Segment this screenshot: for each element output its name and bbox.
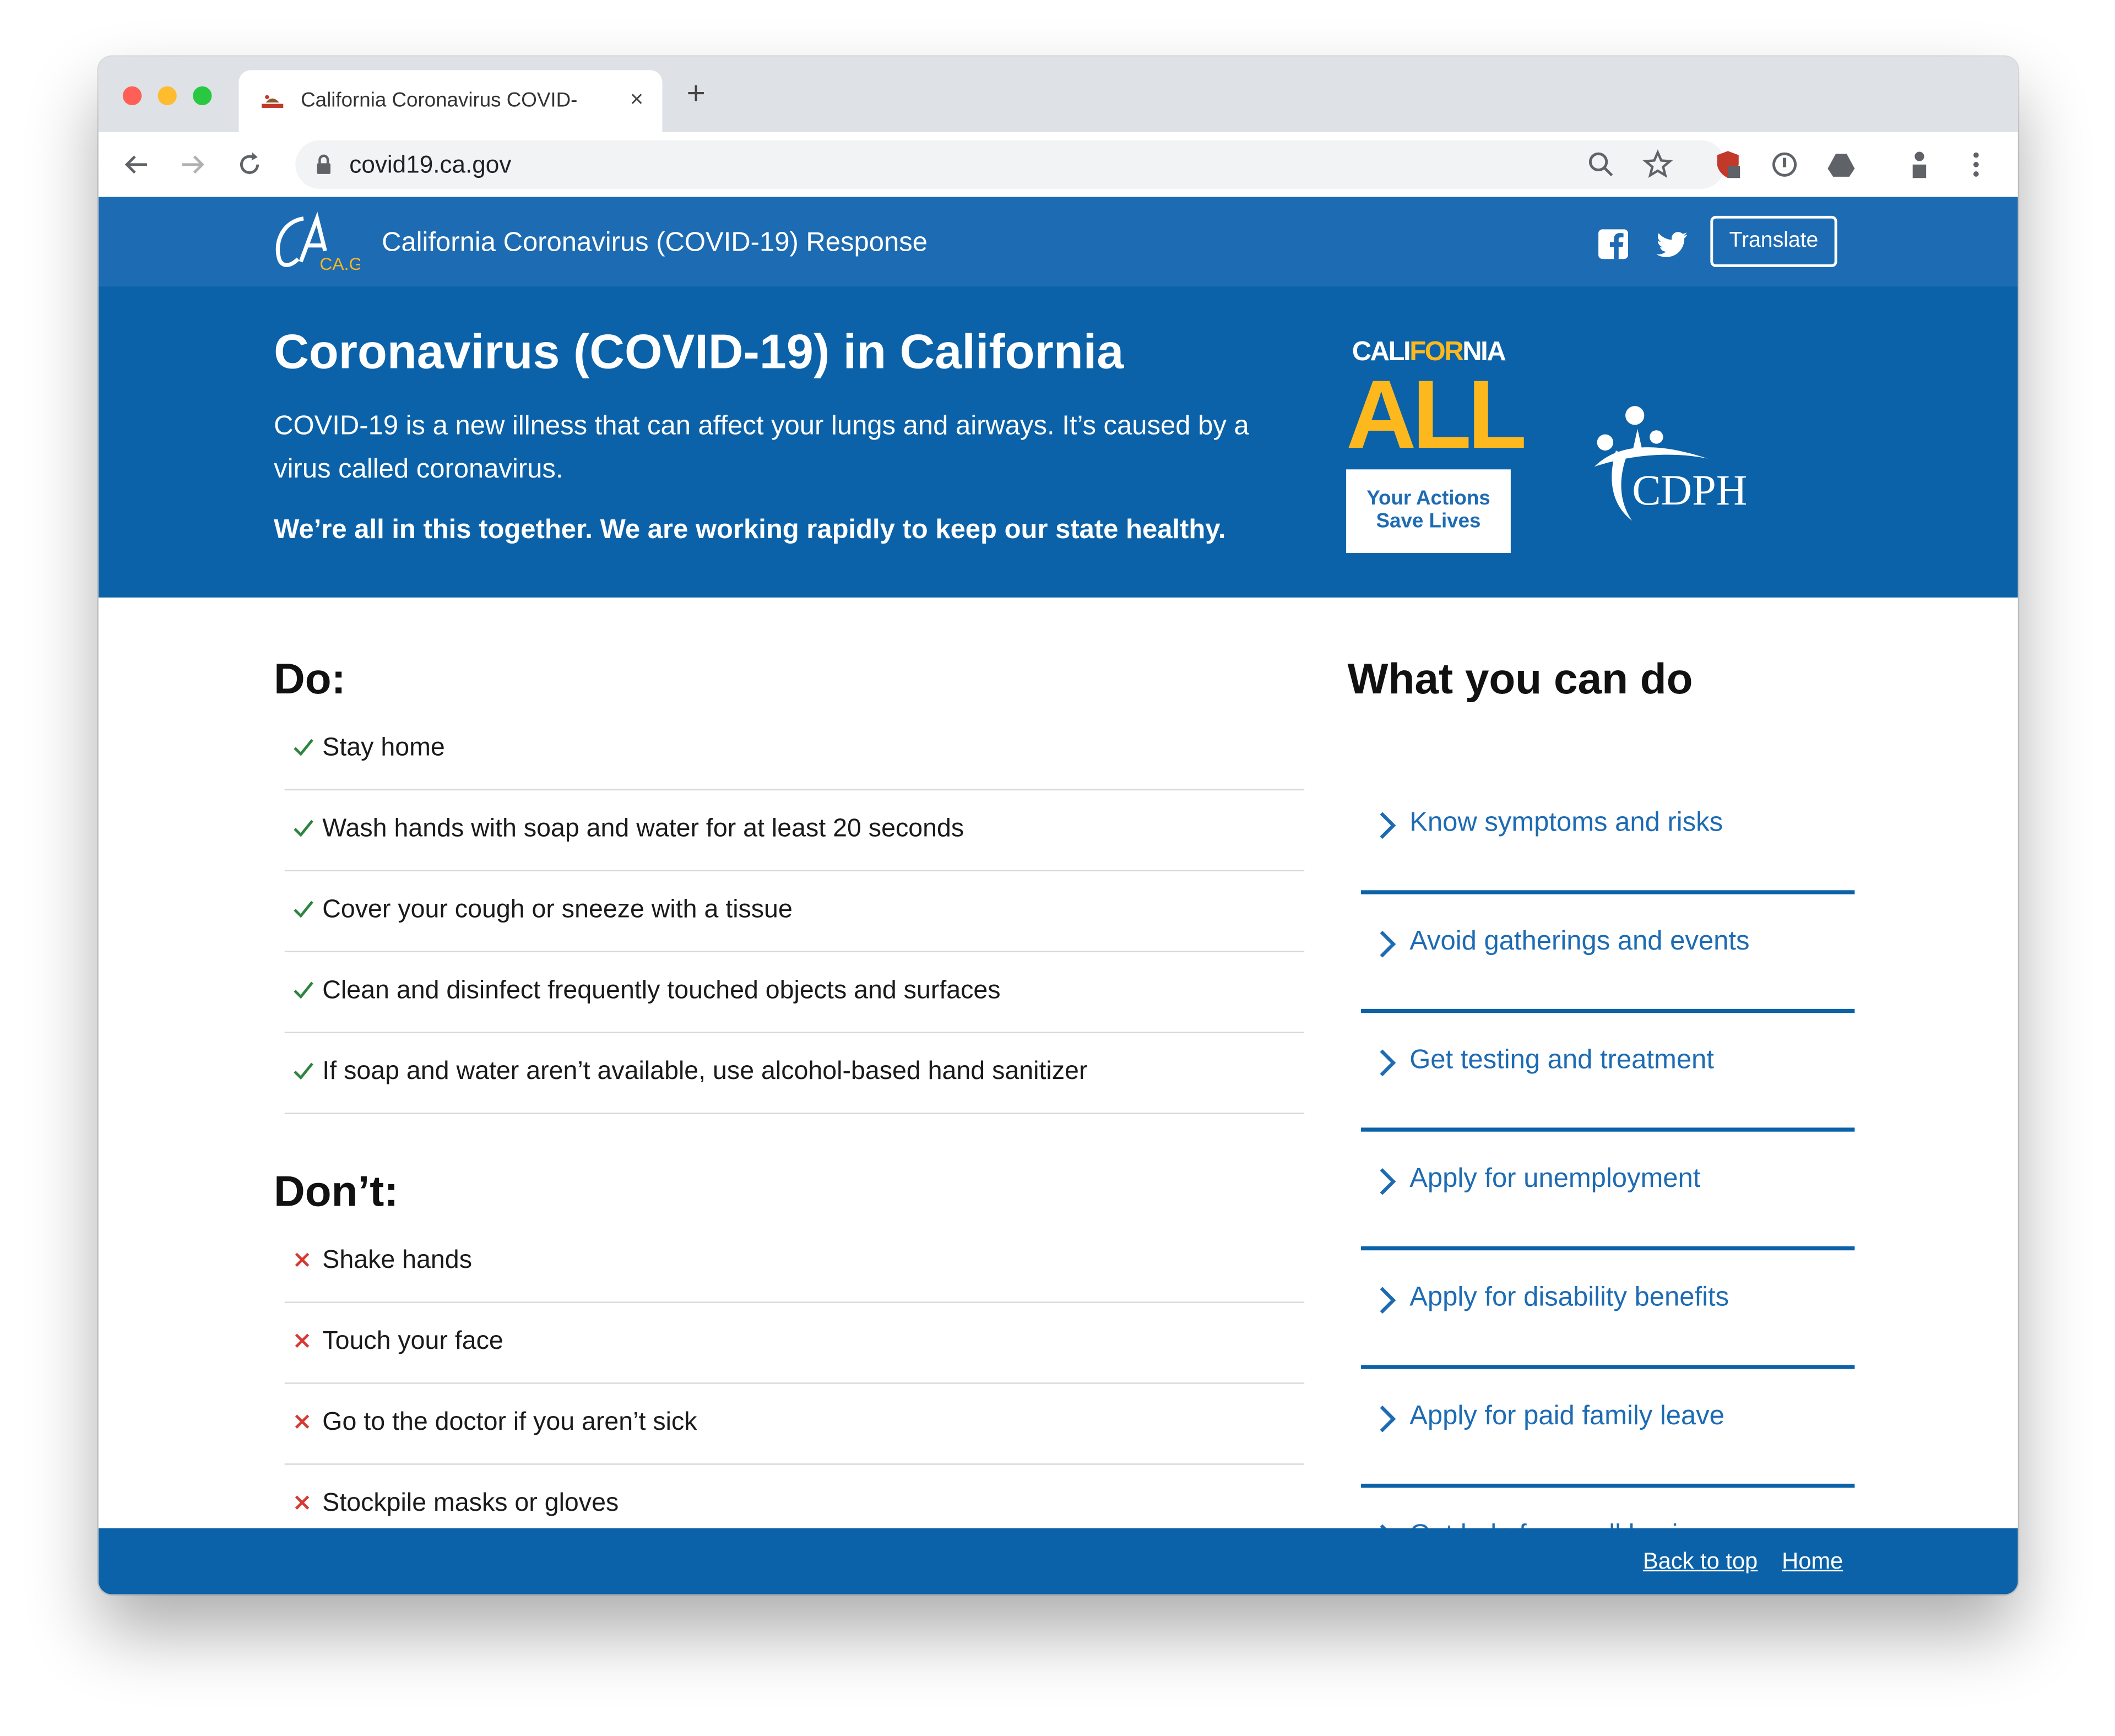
url-text: covid19.ca.gov bbox=[349, 151, 512, 178]
cdph-logo-text: CDPH bbox=[1632, 466, 1747, 514]
dont-list-item: Touch your face bbox=[284, 1303, 1305, 1384]
side-link-label: Apply for disability benefits bbox=[1409, 1282, 1729, 1312]
ca-gov-logo-text: CA.GOV bbox=[319, 254, 360, 274]
do-list-item: Cover your cough or sneeze with a tissue bbox=[284, 871, 1305, 952]
link-know-symptoms[interactable]: Know symptoms and risks bbox=[1361, 775, 1855, 894]
chevron-right-icon bbox=[1380, 1406, 1396, 1433]
arrow-right-icon[interactable] bbox=[177, 148, 209, 181]
chevron-right-icon bbox=[1380, 931, 1396, 958]
chevron-right-icon bbox=[1380, 1287, 1396, 1314]
browser-toolbar: covid19.ca.gov bbox=[98, 132, 2018, 199]
browser-tab-active[interactable]: California Coronavirus COVID- × bbox=[238, 70, 663, 133]
screenshot-stage: California Coronavirus COVID- × + covid1… bbox=[0, 0, 2115, 1736]
do-item-text: Wash hands with soap and water for at le… bbox=[322, 815, 964, 843]
x-icon bbox=[295, 1414, 310, 1429]
save-lives-line: Save Lives bbox=[1376, 509, 1481, 533]
check-icon bbox=[294, 900, 313, 918]
california-flag-favicon-icon bbox=[262, 95, 284, 108]
do-item-text: Cover your cough or sneeze with a tissue bbox=[322, 896, 793, 924]
kebab-menu-icon[interactable] bbox=[1960, 148, 1992, 181]
maximize-window-button[interactable] bbox=[193, 86, 212, 106]
side-link-label: Get testing and treatment bbox=[1409, 1045, 1714, 1075]
check-icon bbox=[294, 981, 313, 999]
hero-tagline: We’re all in this together. We are worki… bbox=[274, 515, 1226, 545]
close-window-button[interactable] bbox=[122, 86, 142, 106]
facebook-icon[interactable] bbox=[1596, 226, 1631, 262]
site-header: CA.GOV California Coronavirus (COVID-19)… bbox=[98, 197, 2018, 286]
do-list-item: Stay home bbox=[284, 709, 1305, 791]
side-link-label: Apply for paid family leave bbox=[1409, 1401, 1724, 1431]
dont-list-item: Go to the doctor if you aren’t sick bbox=[284, 1384, 1305, 1465]
dont-heading: Don’t: bbox=[274, 1167, 399, 1216]
cdph-logo[interactable]: CDPH bbox=[1578, 397, 1747, 531]
what-you-can-do-heading: What you can do bbox=[1347, 654, 1693, 703]
address-bar[interactable]: covid19.ca.gov bbox=[295, 140, 1726, 189]
x-icon bbox=[295, 1495, 310, 1510]
page-title: Coronavirus (COVID-19) in California bbox=[274, 323, 1124, 379]
back-to-top-link[interactable]: Back to top bbox=[1643, 1548, 1758, 1575]
drive-extension-icon[interactable] bbox=[1825, 148, 1857, 181]
dont-item-text: Touch your face bbox=[322, 1327, 503, 1356]
do-list-item: Wash hands with soap and water for at le… bbox=[284, 790, 1305, 872]
star-icon[interactable] bbox=[1641, 148, 1674, 181]
site-title[interactable]: California Coronavirus (COVID-19) Respon… bbox=[382, 228, 928, 259]
side-link-label: Avoid gatherings and events bbox=[1409, 926, 1750, 957]
your-actions-line: Your Actions bbox=[1366, 487, 1490, 510]
browser-window: California Coronavirus COVID- × + covid1… bbox=[98, 56, 2018, 1594]
profile-extension-icon[interactable] bbox=[1904, 148, 1936, 181]
home-link[interactable]: Home bbox=[1782, 1548, 1843, 1575]
reload-icon[interactable] bbox=[234, 148, 266, 181]
dont-item-text: Go to the doctor if you aren’t sick bbox=[322, 1408, 697, 1437]
x-icon bbox=[295, 1333, 310, 1348]
your-actions-save-lives-box: Your Actions Save Lives bbox=[1346, 469, 1511, 554]
hero-description: COVID-19 is a new illness that can affec… bbox=[274, 411, 1249, 485]
do-list-item: Clean and disinfect frequently touched o… bbox=[284, 952, 1305, 1033]
link-paid-family-leave[interactable]: Apply for paid family leave bbox=[1361, 1369, 1855, 1488]
new-tab-button[interactable]: + bbox=[687, 78, 706, 111]
tab-title: California Coronavirus COVID- bbox=[301, 89, 578, 112]
translate-button[interactable]: Translate bbox=[1710, 215, 1837, 267]
shield-extension-icon[interactable] bbox=[1712, 148, 1744, 181]
check-icon bbox=[294, 820, 313, 837]
magnifier-icon[interactable] bbox=[1585, 148, 1618, 181]
all-wordmark: ALL bbox=[1346, 361, 1527, 470]
side-link-label: Apply for unemployment bbox=[1409, 1164, 1701, 1194]
tab-strip: California Coronavirus COVID- × + bbox=[98, 56, 2018, 133]
lock-icon bbox=[317, 154, 331, 174]
dont-list-item: Shake hands bbox=[284, 1222, 1305, 1303]
chevron-right-icon bbox=[1380, 1049, 1396, 1077]
link-avoid-gatherings[interactable]: Avoid gatherings and events bbox=[1361, 894, 1855, 1013]
hero-banner: Coronavirus (COVID-19) in California COV… bbox=[98, 286, 2018, 598]
tab-close-icon[interactable]: × bbox=[630, 86, 643, 113]
minimize-window-button[interactable] bbox=[158, 86, 177, 106]
dont-item-text: Stockpile masks or gloves bbox=[322, 1489, 619, 1518]
do-heading: Do: bbox=[274, 654, 346, 703]
do-item-text: If soap and water aren’t available, use … bbox=[322, 1057, 1088, 1086]
link-unemployment[interactable]: Apply for unemployment bbox=[1361, 1132, 1855, 1251]
check-icon bbox=[294, 1062, 313, 1080]
link-testing-treatment[interactable]: Get testing and treatment bbox=[1361, 1013, 1855, 1132]
site-footer: Back to top Home bbox=[98, 1528, 2018, 1594]
x-icon bbox=[295, 1252, 310, 1267]
chevron-right-icon bbox=[1380, 1168, 1396, 1195]
side-link-label: Know symptoms and risks bbox=[1409, 807, 1723, 838]
twitter-icon[interactable] bbox=[1655, 226, 1690, 262]
link-disability-benefits[interactable]: Apply for disability benefits bbox=[1361, 1250, 1855, 1369]
california-all-logo[interactable]: CALIFORNIA ALL Your Actions Save Lives bbox=[1346, 337, 1527, 554]
arrow-left-icon[interactable] bbox=[120, 148, 153, 181]
do-list-item: If soap and water aren’t available, use … bbox=[284, 1033, 1305, 1114]
main-content: Do: Stay home Wash hands with soap and w… bbox=[98, 597, 2018, 1551]
dont-item-text: Shake hands bbox=[322, 1246, 472, 1275]
do-item-text: Stay home bbox=[322, 734, 445, 762]
password-extension-icon[interactable] bbox=[1769, 148, 1801, 181]
chevron-right-icon bbox=[1380, 812, 1396, 839]
do-item-text: Clean and disinfect frequently touched o… bbox=[322, 977, 1001, 1005]
ca-gov-logo[interactable]: CA.GOV bbox=[271, 210, 360, 275]
check-icon bbox=[294, 739, 313, 756]
